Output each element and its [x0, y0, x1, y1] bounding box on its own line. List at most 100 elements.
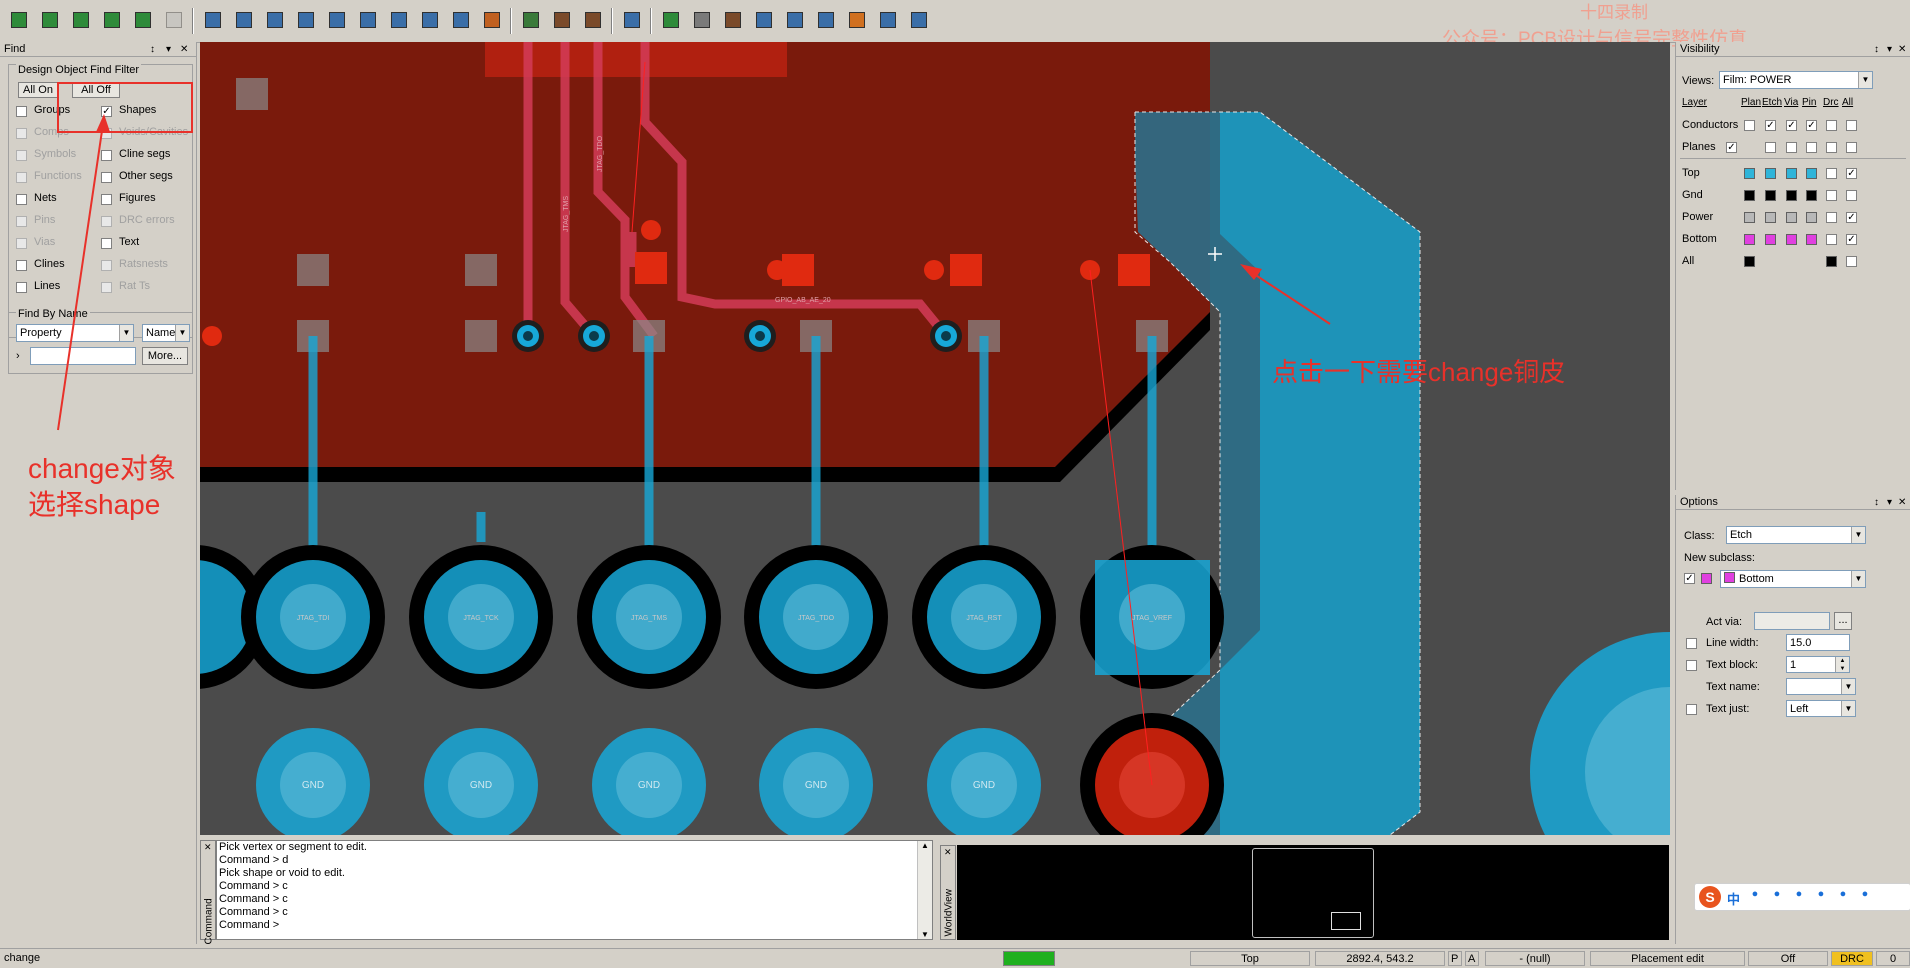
layer-color-swatch[interactable] [1806, 190, 1817, 201]
status-a-toggle[interactable]: A [1465, 951, 1479, 966]
visibility-header-via[interactable]: Via [1784, 97, 1798, 108]
planes-checkbox[interactable] [1846, 142, 1857, 153]
layer-drc-checkbox[interactable] [1826, 190, 1837, 201]
layer-color-swatch[interactable] [1786, 212, 1797, 223]
worldview-window[interactable] [957, 845, 1669, 940]
spread-icon[interactable] [846, 9, 868, 31]
save-design-icon[interactable] [70, 9, 92, 31]
shape-circle-icon[interactable] [419, 9, 441, 31]
text-just-checkbox[interactable] [1686, 704, 1697, 715]
tuning-icon[interactable] [784, 9, 806, 31]
close-icon[interactable]: ✕ [1898, 495, 1906, 510]
text-block-checkbox[interactable] [1686, 660, 1697, 671]
disabled-icon[interactable] [163, 9, 185, 31]
layer-color-swatch[interactable] [1786, 190, 1797, 201]
conductors-checkbox[interactable]: ✓ [1806, 120, 1817, 131]
close-icon[interactable]: ✕ [180, 42, 188, 57]
close-icon[interactable]: ✕ [1898, 42, 1906, 57]
worldview-view-box[interactable] [1331, 912, 1361, 930]
layer-all-checkbox[interactable]: ✓ [1846, 234, 1857, 245]
pcb-drawing[interactable]: JTAG_TDI JTAG_TCK JTAG_TMS JTAG_TDO JTAG… [200, 42, 1670, 835]
dropdown-icon[interactable]: ▾ [1887, 495, 1892, 510]
slide-icon[interactable] [722, 9, 744, 31]
add-circle-icon[interactable] [264, 9, 286, 31]
act-via-browse-button[interactable]: ... [1834, 612, 1852, 630]
grid-icon[interactable] [877, 9, 899, 31]
copy-icon[interactable] [326, 9, 348, 31]
subclass-color-swatch[interactable] [1701, 573, 1712, 584]
text-just-select[interactable]: Left ▼ [1786, 700, 1856, 717]
visibility-header-layer[interactable]: Layer [1682, 97, 1707, 108]
select-icon[interactable] [295, 9, 317, 31]
layer-color-swatch[interactable] [1806, 234, 1817, 245]
void-icon[interactable] [450, 9, 472, 31]
pin-icon[interactable]: ↕ [1874, 42, 1879, 57]
layer-drc-checkbox[interactable] [1826, 234, 1837, 245]
fanout-icon[interactable] [691, 9, 713, 31]
shape-rect-icon[interactable] [388, 9, 410, 31]
dimension-icon[interactable] [551, 9, 573, 31]
glossing-icon[interactable] [753, 9, 775, 31]
layer-color-swatch[interactable] [1806, 168, 1817, 179]
layer-color-swatch[interactable] [1744, 212, 1755, 223]
grid-icon[interactable]: ● [1857, 888, 1873, 904]
find-checkbox-clines[interactable] [16, 260, 27, 271]
ime-mode-label[interactable]: 中 [1727, 889, 1740, 908]
measure-icon[interactable] [582, 9, 604, 31]
subclass-select[interactable]: Bottom ▼ [1720, 570, 1866, 588]
dropdown-icon[interactable]: ▾ [166, 42, 171, 57]
skin-icon[interactable]: ● [1813, 888, 1829, 904]
planes-checkbox[interactable]: ✓ [1726, 142, 1737, 153]
layer-color-swatch[interactable] [1765, 234, 1776, 245]
planes-checkbox[interactable] [1765, 142, 1776, 153]
act-via-field[interactable] [1754, 612, 1830, 630]
expand-arrow-icon[interactable]: › [16, 350, 20, 362]
layer-all-checkbox[interactable] [1846, 256, 1857, 267]
place-icon[interactable] [520, 9, 542, 31]
more-button[interactable]: More... [142, 347, 188, 365]
refresh-icon[interactable] [101, 9, 123, 31]
toolbox-icon[interactable]: ● [1835, 888, 1851, 904]
route-icon[interactable] [621, 9, 643, 31]
planes-checkbox[interactable] [1806, 142, 1817, 153]
add-connect-icon[interactable] [815, 9, 837, 31]
layer-color-swatch[interactable] [1765, 168, 1776, 179]
export-icon[interactable] [132, 9, 154, 31]
sogou-logo-icon[interactable]: S [1699, 886, 1721, 908]
layer-all-checkbox[interactable] [1846, 190, 1857, 201]
close-icon[interactable]: ✕ [944, 847, 952, 858]
status-p-toggle[interactable]: P [1448, 951, 1462, 966]
layer-drc-checkbox[interactable] [1826, 168, 1837, 179]
line-width-input[interactable]: 15.0 [1786, 634, 1850, 651]
layer-drc-checkbox[interactable] [1826, 212, 1837, 223]
line-width-checkbox[interactable] [1686, 638, 1697, 649]
conductors-checkbox[interactable]: ✓ [1786, 120, 1797, 131]
command-window[interactable]: Pick vertex or segment to edit. Command >… [216, 840, 933, 940]
layer-color-swatch[interactable] [1744, 168, 1755, 179]
layer-color-swatch[interactable] [1744, 256, 1755, 267]
open-design-icon[interactable] [39, 9, 61, 31]
name-select[interactable]: Name ▼ [142, 324, 190, 342]
conductors-checkbox[interactable] [1826, 120, 1837, 131]
close-icon[interactable]: ✕ [204, 842, 212, 853]
layer-all-checkbox[interactable]: ✓ [1846, 168, 1857, 179]
visibility-header-drc[interactable]: Drc [1823, 97, 1839, 108]
layer-color-swatch[interactable] [1744, 190, 1755, 201]
scroll-up-icon[interactable]: ▲ [918, 841, 932, 850]
add-line-icon[interactable] [202, 9, 224, 31]
layer-color-swatch[interactable] [1826, 256, 1837, 267]
all-on-button[interactable]: All On [18, 82, 58, 98]
text-name-select[interactable]: ▼ [1786, 678, 1856, 695]
layer-color-swatch[interactable] [1786, 168, 1797, 179]
colors-icon[interactable] [908, 9, 930, 31]
planes-checkbox[interactable] [1786, 142, 1797, 153]
via-icon[interactable] [660, 9, 682, 31]
class-select[interactable]: Etch ▼ [1726, 526, 1866, 544]
mic-icon[interactable]: ● [1769, 888, 1785, 904]
rotate-icon[interactable] [357, 9, 379, 31]
spinner-icon[interactable]: ▲ ▼ [1835, 657, 1849, 672]
layer-color-swatch[interactable] [1765, 190, 1776, 201]
find-checkbox-lines[interactable] [16, 282, 27, 293]
conductors-checkbox[interactable] [1846, 120, 1857, 131]
new-design-icon[interactable] [8, 9, 30, 31]
